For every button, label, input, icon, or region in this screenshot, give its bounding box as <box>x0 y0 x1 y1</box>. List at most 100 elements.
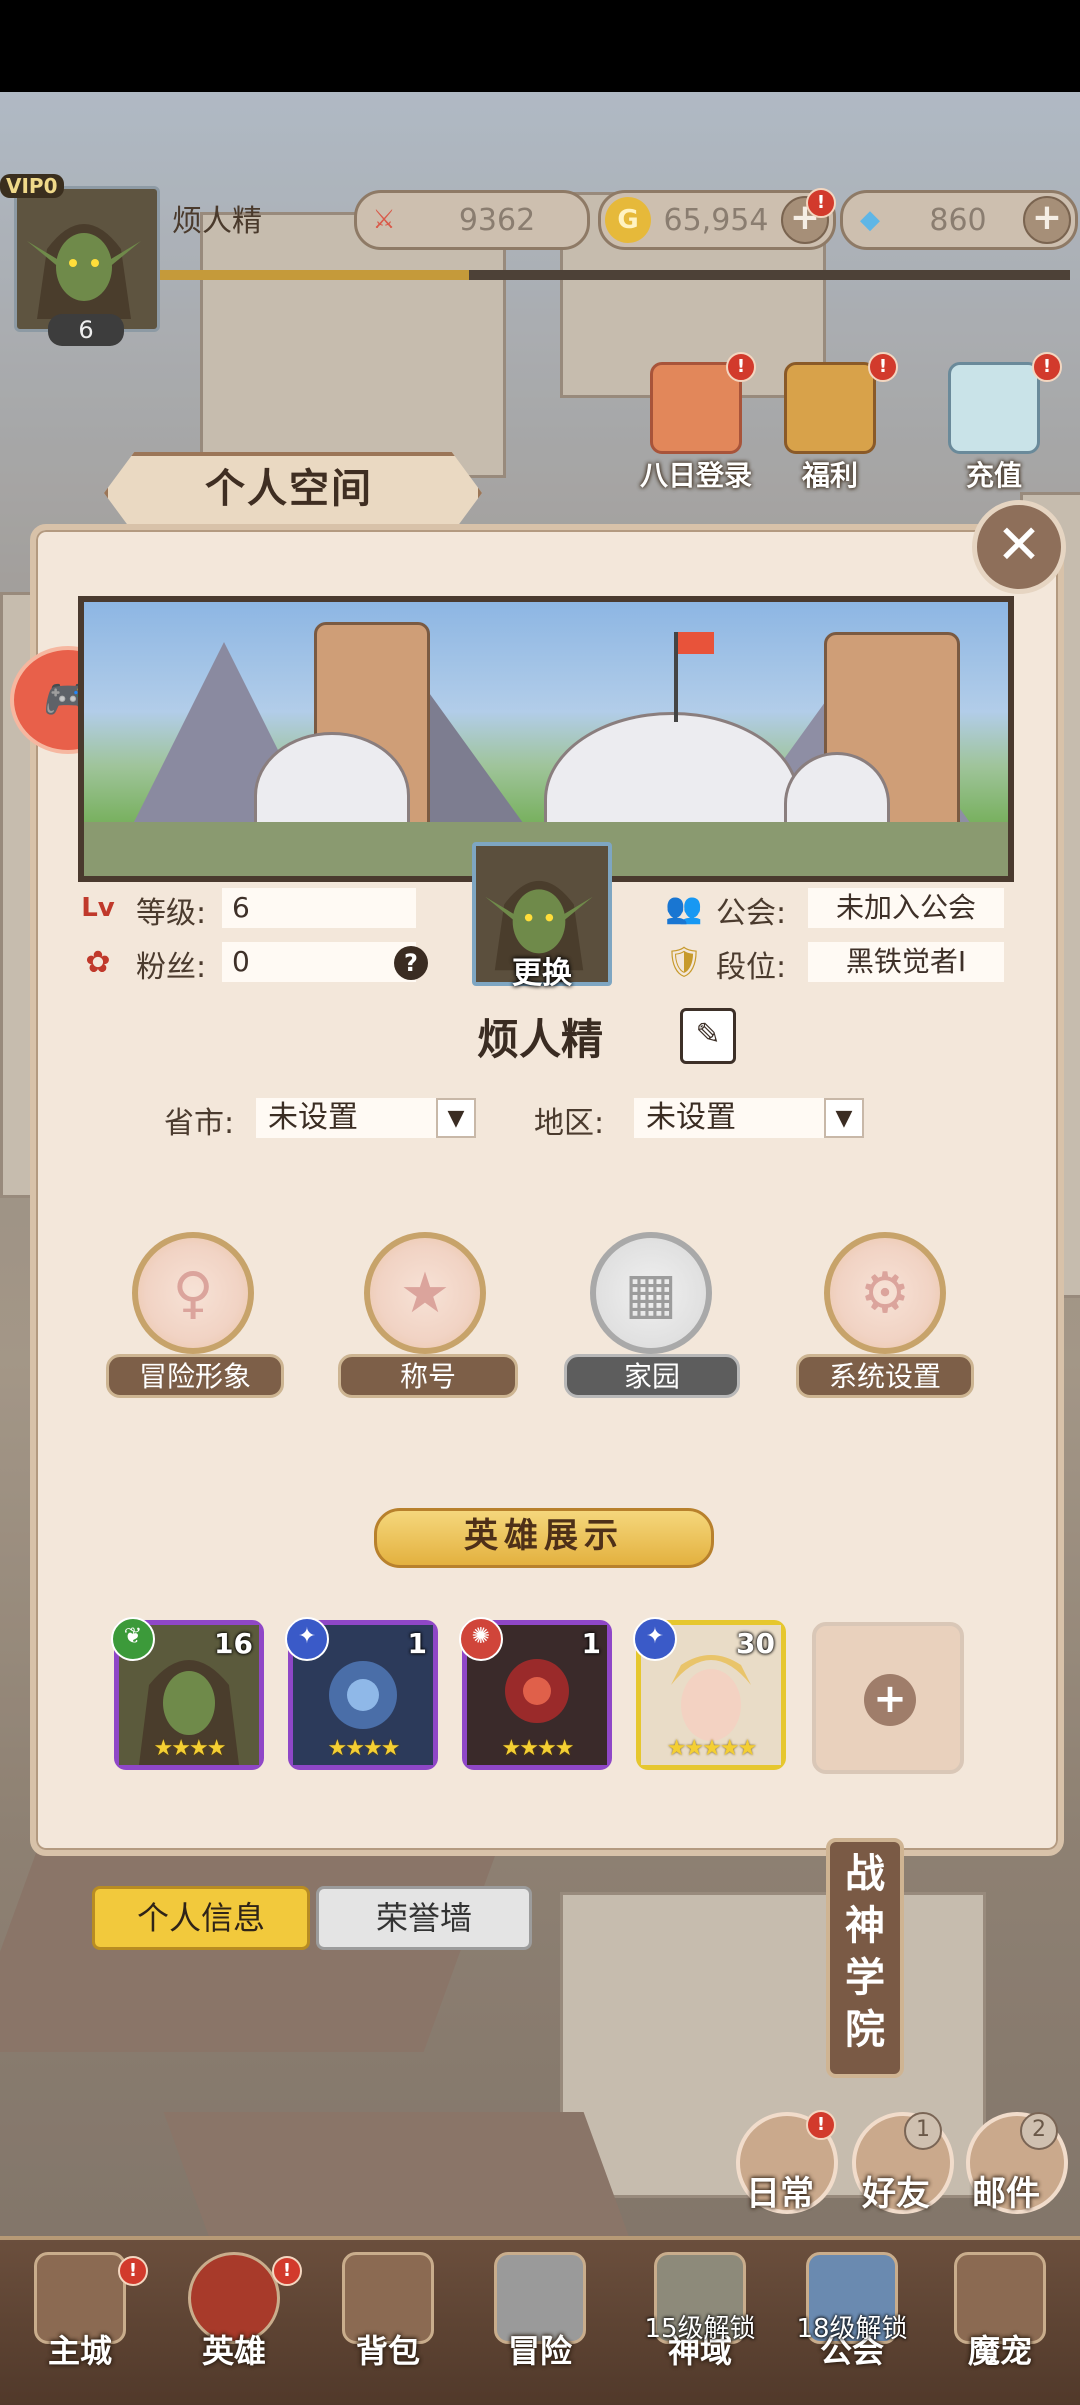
event-recharge[interactable]: 充值 <box>924 362 1064 494</box>
title-label[interactable]: 称号 <box>338 1354 518 1398</box>
level-value: 6 <box>222 888 416 928</box>
adventure-figure-label[interactable]: 冒险形象 <box>106 1354 284 1398</box>
experience-bar <box>160 270 1070 280</box>
adventure-figure-button[interactable]: ♀ <box>132 1232 254 1354</box>
nav-label: 冒险 <box>507 2332 572 2370</box>
gift-box-icon: ▦ <box>624 1260 678 1326</box>
player-avatar[interactable] <box>14 186 160 332</box>
notification-badge: ! <box>806 2110 836 2140</box>
nav-label: 英雄 <box>201 2332 266 2370</box>
diamond-display: ◆ 860 + <box>840 190 1078 250</box>
profile-name: 烦人精 <box>476 1015 603 1064</box>
edit-name-button[interactable]: ✎ <box>680 1008 736 1064</box>
power-display: ⚔ 9362 <box>354 190 590 250</box>
notification-badge: ! <box>118 2256 148 2286</box>
gold-coin-icon: G <box>605 197 651 243</box>
notification-badge: ! <box>1032 352 1062 382</box>
academy-sign[interactable]: 战神学院 <box>826 1838 904 2078</box>
system-settings-label[interactable]: 系统设置 <box>796 1354 974 1398</box>
change-avatar-button[interactable]: 更换 <box>472 948 612 992</box>
event-eight-day-login[interactable]: 八日登录 <box>626 362 766 494</box>
unlock-requirement: 15级解锁 <box>644 2314 756 2344</box>
fans-label: 粉丝: <box>136 950 207 985</box>
hero-slot[interactable]: ✦ 30 ★★★★★ <box>633 1617 786 1770</box>
diamond-value: 860 <box>929 202 987 238</box>
academy-label: 战神学院 <box>845 1851 885 2053</box>
pencil-icon: ✎ <box>695 1017 721 1052</box>
nav-label: 主城 <box>47 2332 112 2370</box>
system-settings-button[interactable]: ⚙ <box>824 1232 946 1354</box>
region-select[interactable]: 未设置 <box>634 1098 824 1138</box>
title-star-icon: ★ <box>399 1260 451 1326</box>
add-hero-button[interactable]: + <box>812 1622 964 1774</box>
power-value: 9362 <box>458 202 536 238</box>
hero-stars: ★★★★ <box>501 1736 575 1761</box>
goblin-portrait-icon <box>27 224 141 319</box>
notification-badge: ! <box>726 352 756 382</box>
level-icon: Lv <box>81 893 115 923</box>
level-label: 等级: <box>136 896 207 931</box>
mail-label: 邮件 <box>972 2174 1040 2214</box>
title-button[interactable]: ★ <box>364 1232 486 1354</box>
fire-element-icon: ✺ <box>459 1617 503 1661</box>
hero-count: 16 <box>214 1627 253 1660</box>
hero-slot[interactable]: ✺ 1 ★★★★ <box>459 1617 612 1770</box>
status-bar <box>0 0 1080 92</box>
friends-count-badge: 1 <box>904 2112 942 2150</box>
unlock-requirement: 18级解锁 <box>796 2314 908 2344</box>
treasure-chest-icon <box>784 362 876 454</box>
profile-banner[interactable] <box>78 596 1014 882</box>
nav-divine-realm[interactable]: 15级解锁 神域 <box>630 2252 770 2392</box>
diamond-icon: ◆ <box>860 205 880 235</box>
experience-fill <box>160 270 470 280</box>
friends-label: 好友 <box>862 2174 930 2214</box>
nav-adventure[interactable]: 冒险 <box>470 2252 610 2392</box>
crossed-swords-icon: ⚔ <box>372 205 396 235</box>
chevron-down-icon[interactable]: ▼ <box>436 1098 476 1138</box>
gold-value: 65,954 <box>663 202 769 238</box>
hero-showcase-title: 英雄展示 <box>374 1508 714 1568</box>
home-label[interactable]: 家园 <box>564 1354 740 1398</box>
plus-icon: + <box>864 1674 916 1726</box>
daily-label: 日常 <box>746 2174 814 2214</box>
nav-label: 背包 <box>355 2332 420 2370</box>
nav-backpack[interactable]: 背包 <box>318 2252 458 2392</box>
hero-count: 1 <box>407 1627 427 1660</box>
fans-value: 0 <box>222 942 416 982</box>
gold-display: G 65,954 + <box>598 190 836 250</box>
water-element-icon: ✦ <box>633 1617 677 1661</box>
panel-title: 个人空间 <box>205 466 373 512</box>
help-icon[interactable]: ? <box>394 946 428 980</box>
mail-count-badge: 2 <box>1020 2112 1058 2150</box>
region-label: 地区: <box>534 1106 605 1141</box>
hero-slot[interactable]: ✦ 1 ★★★★ <box>285 1617 438 1770</box>
guild-members-icon: 👥 <box>665 890 703 926</box>
hero-stars: ★★★★ <box>153 1736 227 1761</box>
tab-honor-wall[interactable]: 荣誉墙 <box>316 1886 532 1950</box>
gem-wing-icon <box>948 362 1040 454</box>
home-button[interactable]: ▦ <box>590 1232 712 1354</box>
nav-pets[interactable]: 魔宠 <box>930 2252 1070 2392</box>
event-label: 福利 <box>801 459 858 492</box>
event-label: 充值 <box>965 459 1022 492</box>
nav-label: 魔宠 <box>967 2332 1032 2370</box>
add-diamond-button[interactable]: + <box>1023 196 1071 244</box>
water-element-icon: ✦ <box>285 1617 329 1661</box>
player-name: 烦人精 <box>172 204 262 239</box>
adventure-figure-icon: ♀ <box>172 1260 214 1326</box>
nav-guild[interactable]: 18级解锁 公会 <box>782 2252 922 2392</box>
province-label: 省市: <box>164 1106 235 1141</box>
hero-count: 30 <box>736 1627 775 1660</box>
chevron-down-icon[interactable]: ▼ <box>824 1098 864 1138</box>
gear-icon: ⚙ <box>859 1260 911 1326</box>
hero-slot[interactable]: ❦ 16 ★★★★ <box>111 1617 264 1770</box>
notification-badge: ! <box>806 188 836 218</box>
hero-count: 1 <box>581 1627 601 1660</box>
event-label: 八日登录 <box>639 459 752 492</box>
tab-personal-info[interactable]: 个人信息 <box>92 1886 310 1950</box>
province-select[interactable]: 未设置 <box>256 1098 436 1138</box>
event-welfare[interactable]: 福利 <box>760 362 900 494</box>
hero-stars: ★★★★★ <box>666 1736 758 1761</box>
nature-element-icon: ❦ <box>111 1617 155 1661</box>
close-button[interactable]: ✕ <box>972 500 1066 594</box>
